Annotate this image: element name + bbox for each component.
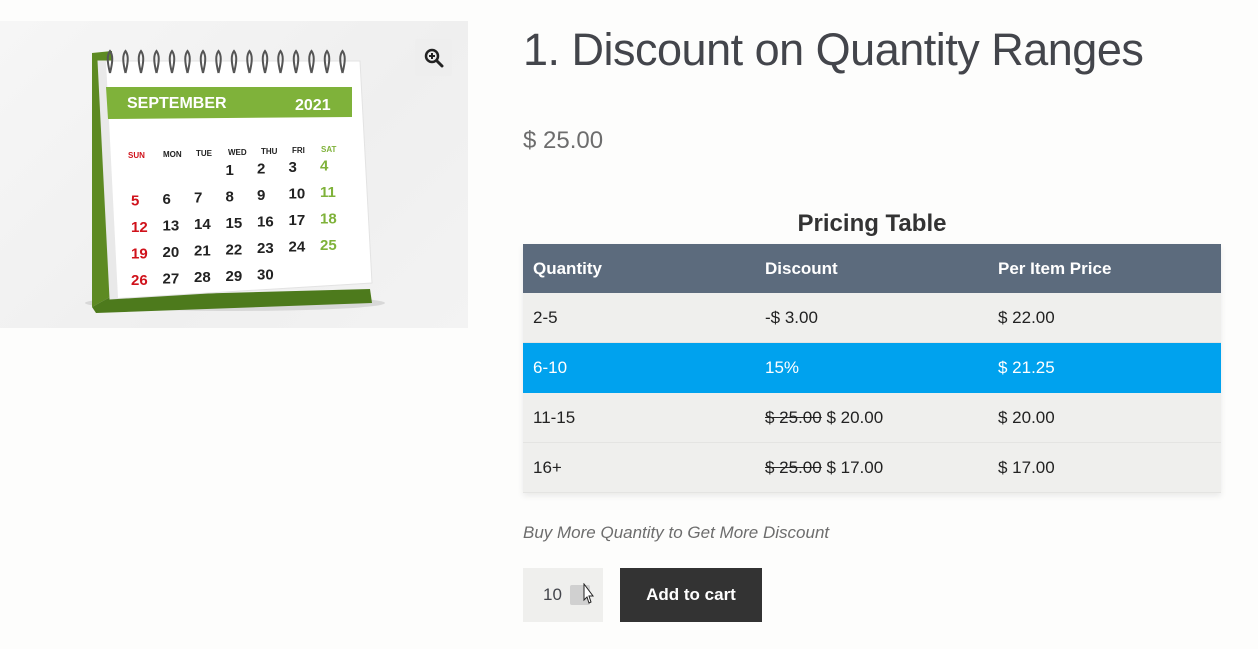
svg-text:21: 21 — [194, 243, 211, 260]
svg-text:THU: THU — [261, 147, 278, 156]
svg-text:29: 29 — [226, 268, 243, 285]
row-quantity: 2-5 — [523, 293, 755, 343]
svg-text:22: 22 — [226, 241, 243, 258]
table-row: 11-15 $ 25.00 $ 20.00 $ 20.00 — [523, 392, 1221, 443]
svg-text:23: 23 — [257, 240, 274, 257]
header-per-item-price: Per Item Price — [988, 244, 1221, 293]
svg-text:5: 5 — [131, 193, 139, 210]
table-row: 2-5 -$ 3.00 $ 22.00 — [523, 293, 1221, 343]
svg-text:28: 28 — [194, 269, 211, 286]
svg-text:14: 14 — [194, 216, 211, 233]
svg-text:12: 12 — [131, 219, 148, 236]
svg-text:SUN: SUN — [128, 151, 145, 160]
svg-text:25: 25 — [320, 237, 337, 254]
add-to-cart-button[interactable]: Add to cart — [620, 568, 762, 622]
pricing-table: Quantity Discount Per Item Price 2-5 -$ … — [523, 244, 1221, 493]
svg-text:3: 3 — [289, 159, 297, 176]
svg-text:20: 20 — [163, 244, 180, 261]
product-image[interactable]: SEPTEMBER 2021 SUN MON TUE WED THU FRI SAT 123… — [0, 21, 468, 328]
svg-text:17: 17 — [289, 212, 306, 229]
svg-text:8: 8 — [226, 188, 234, 205]
row-price: $ 22.00 — [988, 293, 1221, 343]
row-price: $ 20.00 — [988, 392, 1221, 443]
pricing-table-header-row: Quantity Discount Per Item Price — [523, 244, 1221, 293]
row-price: $ 17.00 — [988, 442, 1221, 493]
svg-text:MON: MON — [163, 150, 182, 159]
svg-text:1: 1 — [226, 162, 234, 179]
quantity-value: 10 — [543, 585, 562, 604]
product-title: 1. Discount on Quantity Ranges — [523, 24, 1144, 75]
row-price: $ 21.25 — [988, 342, 1221, 393]
original-price: $ 25.00 — [765, 457, 822, 477]
zoom-button[interactable] — [415, 39, 452, 76]
row-discount: $ 25.00 $ 17.00 — [755, 442, 988, 493]
svg-text:WED: WED — [228, 148, 247, 157]
original-price: $ 25.00 — [765, 407, 822, 427]
svg-text:FRI: FRI — [292, 146, 305, 155]
calendar-icon: SEPTEMBER 2021 SUN MON TUE WED THU FRI SAT 123… — [85, 49, 385, 313]
pricing-table-caption: Pricing Table — [797, 210, 947, 237]
svg-text:24: 24 — [289, 239, 306, 256]
svg-text:2021: 2021 — [295, 97, 331, 114]
svg-text:15: 15 — [226, 215, 243, 232]
mouse-pointer-icon — [583, 583, 594, 604]
zoom-in-icon — [424, 48, 443, 67]
svg-text:9: 9 — [257, 187, 265, 204]
svg-text:SEPTEMBER: SEPTEMBER — [127, 95, 227, 112]
discounted-price: $ 20.00 — [826, 407, 884, 427]
discounted-price: $ 17.00 — [826, 457, 884, 477]
table-row-active: 6-10 15% $ 21.25 — [523, 342, 1221, 393]
svg-text:16: 16 — [257, 213, 274, 230]
row-discount: 15% — [755, 342, 988, 393]
svg-text:13: 13 — [163, 218, 180, 235]
svg-text:TUE: TUE — [196, 149, 213, 158]
svg-text:4: 4 — [320, 158, 329, 175]
product-price: $ 25.00 — [523, 127, 604, 154]
svg-text:10: 10 — [289, 186, 306, 203]
table-row: 16+ $ 25.00 $ 17.00 $ 17.00 — [523, 442, 1221, 493]
svg-text:30: 30 — [257, 266, 274, 283]
svg-text:2: 2 — [257, 160, 265, 177]
svg-text:18: 18 — [320, 211, 337, 228]
svg-text:6: 6 — [163, 191, 171, 208]
svg-text:26: 26 — [131, 272, 148, 289]
svg-text:11: 11 — [320, 184, 336, 201]
row-quantity: 6-10 — [523, 342, 755, 393]
svg-text:27: 27 — [163, 271, 180, 288]
row-quantity: 16+ — [523, 442, 755, 493]
header-discount: Discount — [755, 244, 988, 293]
svg-text:19: 19 — [131, 246, 148, 263]
header-quantity: Quantity — [523, 244, 755, 293]
svg-text:SAT: SAT — [321, 145, 337, 154]
discount-note: Buy More Quantity to Get More Discount — [523, 523, 830, 542]
row-discount: -$ 3.00 — [755, 293, 988, 343]
svg-text:7: 7 — [194, 190, 202, 207]
row-discount: $ 25.00 $ 20.00 — [755, 392, 988, 443]
row-quantity: 11-15 — [523, 392, 755, 443]
